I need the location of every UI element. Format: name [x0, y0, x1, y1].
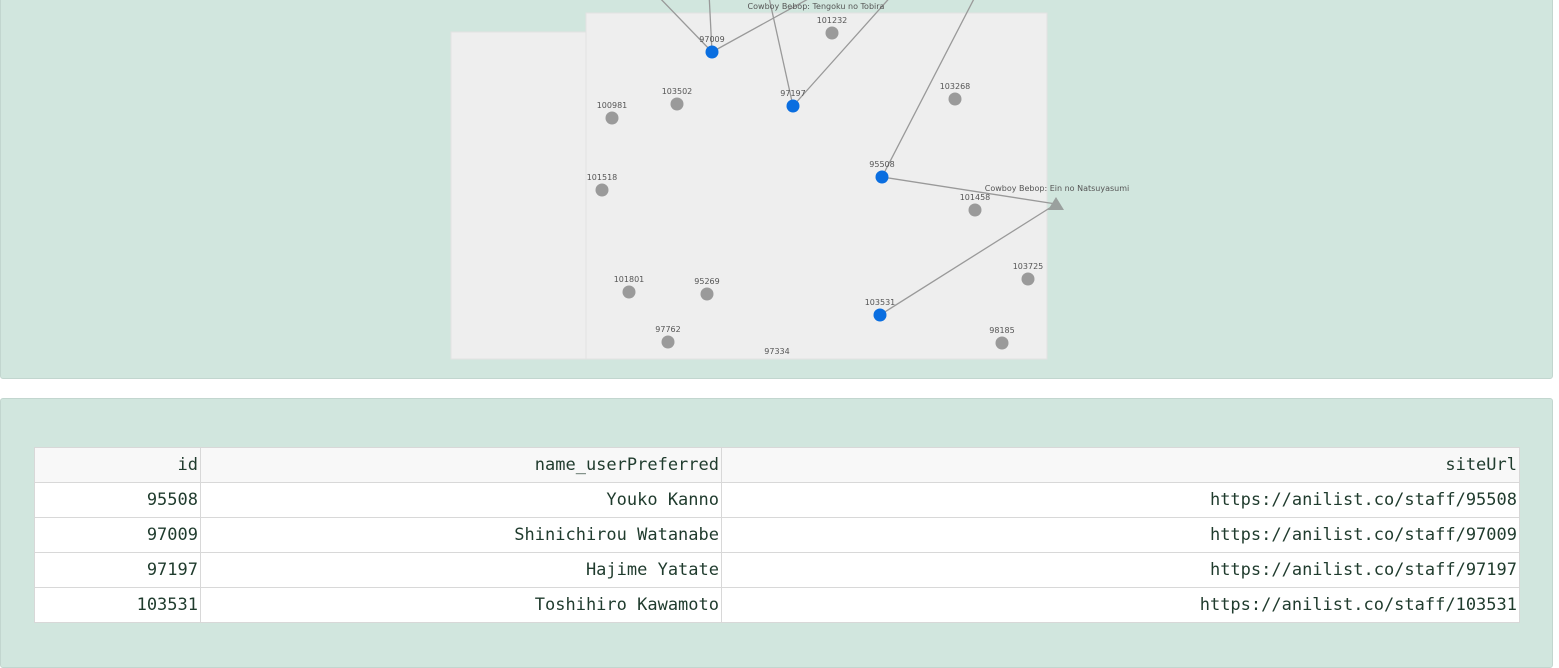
staff-node[interactable] [700, 287, 714, 301]
column-header-siteurl[interactable]: siteUrl [721, 447, 1520, 483]
node-label: 103502 [662, 87, 693, 96]
node-label: 97197 [780, 89, 805, 98]
node-label: 98185 [989, 326, 1014, 335]
staff-node[interactable] [705, 45, 719, 59]
cell-id: 97009 [34, 517, 201, 553]
staff-node[interactable] [670, 97, 684, 111]
staff-node[interactable] [661, 335, 675, 349]
node-label: 103725 [1013, 262, 1044, 271]
node-label: 95508 [869, 160, 894, 169]
node-label: 97334 [764, 347, 789, 356]
cell-id: 103531 [34, 587, 201, 623]
table-row: 97009 Shinichirou Watanabe https://anili… [34, 517, 1520, 553]
node-label: 101232 [817, 16, 848, 25]
graph-panel: 97009 97197 95508 103531 101232 103502 100981 1… [0, 0, 1553, 379]
staff-node[interactable] [875, 170, 889, 184]
node-label: 101458 [960, 193, 991, 202]
node-label: 97009 [699, 35, 724, 44]
node-label: 101801 [614, 275, 645, 284]
table-row: 95508 Youko Kanno https://anilist.co/sta… [34, 482, 1520, 518]
staff-node[interactable] [873, 308, 887, 322]
table-panel: id name_userPreferred siteUrl 95508 Youk… [0, 398, 1553, 668]
node-label: 103268 [940, 82, 971, 91]
table-row: 97197 Hajime Yatate https://anilist.co/s… [34, 552, 1520, 588]
cell-name: Hajime Yatate [200, 552, 722, 588]
network-graph[interactable]: 97009 97197 95508 103531 101232 103502 100981 1… [1, 0, 1554, 380]
staff-node[interactable] [995, 336, 1009, 350]
column-header-name[interactable]: name_userPreferred [200, 447, 722, 483]
graph-canvas-main [585, 12, 1048, 360]
cell-siteurl: https://anilist.co/staff/97197 [721, 552, 1520, 588]
staff-node[interactable] [825, 26, 839, 40]
staff-node[interactable] [968, 203, 982, 217]
node-label: 101518 [587, 173, 618, 182]
staff-node[interactable] [595, 183, 609, 197]
staff-node[interactable] [1021, 272, 1035, 286]
cell-id: 97197 [34, 552, 201, 588]
staff-node[interactable] [948, 92, 962, 106]
cell-siteurl: https://anilist.co/staff/103531 [721, 587, 1520, 623]
table-header-row: id name_userPreferred siteUrl [34, 447, 1520, 483]
cell-siteurl: https://anilist.co/staff/95508 [721, 482, 1520, 518]
node-label: Cowboy Bebop: Ein no Natsuyasumi [985, 184, 1130, 193]
cell-id: 95508 [34, 482, 201, 518]
staff-node[interactable] [605, 111, 619, 125]
staff-node[interactable] [786, 99, 800, 113]
table-row: 103531 Toshihiro Kawamoto https://anilis… [34, 587, 1520, 623]
node-label: 100981 [597, 101, 628, 110]
node-label: 97762 [655, 325, 680, 334]
cell-siteurl: https://anilist.co/staff/97009 [721, 517, 1520, 553]
column-header-id[interactable]: id [34, 447, 201, 483]
node-label: 95269 [694, 277, 719, 286]
staff-table: id name_userPreferred siteUrl 95508 Youk… [34, 447, 1520, 623]
node-label: 103531 [865, 298, 896, 307]
graph-canvas-left [450, 31, 588, 360]
staff-node[interactable] [622, 285, 636, 299]
cell-name: Toshihiro Kawamoto [200, 587, 722, 623]
cell-name: Shinichirou Watanabe [200, 517, 722, 553]
cell-name: Youko Kanno [200, 482, 722, 518]
node-label: Cowboy Bebop: Tengoku no Tobira [748, 2, 885, 11]
